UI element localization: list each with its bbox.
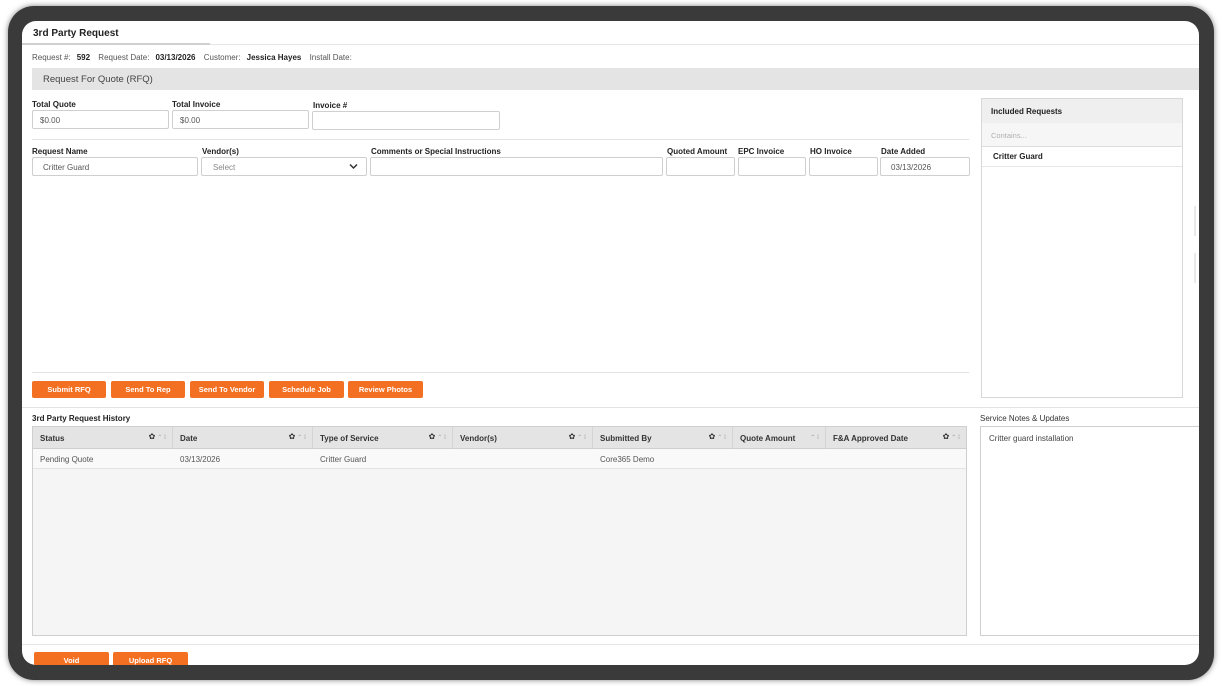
table-row[interactable]: Pending Quote 03/13/2026 Critter Guard C… [33,449,966,469]
window-title: 3rd Party Request [33,28,119,39]
schedule-job-button[interactable]: Schedule Job [269,381,344,398]
col-vendors: Vendor(s) [202,147,239,156]
gear-icon[interactable]: ✿ ⌃ ⁞ [709,432,726,441]
cell-type: Critter Guard [320,455,367,464]
date-added-field[interactable]: 03/13/2026 [880,157,970,176]
history-col-vendors[interactable]: Vendor(s) ✿ ⌃ ⁞ [453,427,593,449]
customer-name: Jessica Hayes [246,53,302,62]
service-notes-title: Service Notes & Updates [980,414,1070,423]
vendor-select-value: Select [213,163,236,172]
total-quote-field[interactable]: $0.00 [32,110,169,129]
col-date-added: Date Added [881,147,926,156]
service-notes-box[interactable]: Critter guard installation [980,426,1199,636]
ho-invoice-field[interactable] [809,157,878,176]
submit-rfq-button[interactable]: Submit RFQ [32,381,106,398]
column-label: Submitted By [600,434,652,443]
quoted-amount-field[interactable] [666,157,735,176]
gear-icon[interactable]: ✿ ⌃ ⁞ [149,432,166,441]
history-col-submitted-by[interactable]: Submitted By ✿ ⌃ ⁞ [593,427,733,449]
history-grid-header: Status ✿ ⌃ ⁞ Date ✿ ⌃ ⁞ Type of Service ✿ ⌃… [33,427,966,449]
rfq-section-title: Request For Quote (RFQ) [43,74,153,85]
column-label: Status [40,434,65,443]
comments-field[interactable] [370,157,663,176]
send-to-rep-button[interactable]: Send To Rep [111,381,185,398]
install-date-label: Install Date: [309,53,352,62]
cell-status: Pending Quote [40,455,94,464]
column-label: Type of Service [320,434,379,443]
request-name-field[interactable]: Critter Guard [32,157,198,176]
history-col-type[interactable]: Type of Service ✿ ⌃ ⁞ [313,427,453,449]
gear-icon[interactable]: ✿ ⌃ ⁞ [289,432,306,441]
total-quote-label: Total Quote [32,100,76,109]
divider [22,644,1199,645]
epc-invoice-field[interactable] [738,157,806,176]
cell-submitted-by: Core365 Demo [600,455,655,464]
scrollbar-track [1194,206,1196,236]
request-date-label: Request Date: [98,53,150,62]
void-button[interactable]: Void [34,652,109,665]
app-window: 3rd Party Request Request #: 592 Request … [22,21,1199,665]
col-request-name: Request Name [32,147,88,156]
history-col-status[interactable]: Status ✿ ⌃ ⁞ [33,427,173,449]
cell-date: 03/13/2026 [180,455,221,464]
scrollbar-track [1194,253,1196,283]
request-no-label: Request #: [32,53,71,62]
included-requests-header: Included Requests [982,99,1182,123]
gear-icon[interactable]: ✿ ⌃ ⁞ [569,432,586,441]
gear-icon[interactable]: ✿ ⌃ ⁞ [429,432,446,441]
divider [32,372,969,373]
title-bar: 3rd Party Request [22,21,1199,45]
request-date: 03/13/2026 [155,53,196,62]
request-no: 592 [76,53,91,62]
col-quoted-amount: Quoted Amount [667,147,728,156]
column-label: Vendor(s) [460,434,497,443]
invoice-number-label: Invoice # [313,101,348,110]
service-notes-text: Critter guard installation [989,434,1074,443]
title-underline [22,43,210,45]
send-to-vendor-button[interactable]: Send To Vendor [190,381,264,398]
history-col-date[interactable]: Date ✿ ⌃ ⁞ [173,427,313,449]
gear-icon[interactable]: ⌃ ⁞ [808,432,819,441]
included-requests-filter[interactable]: Contains... [982,123,1182,147]
included-requests-panel: Included Requests Contains... Critter Gu… [981,98,1183,398]
chevron-down-icon [349,162,358,172]
review-photos-button[interactable]: Review Photos [348,381,423,398]
history-grid: Status ✿ ⌃ ⁞ Date ✿ ⌃ ⁞ Type of Service ✿ ⌃… [32,426,967,636]
column-label: F&A Approved Date [833,434,908,443]
history-col-fa-approved[interactable]: F&A Approved Date ✿ ⌃ ⁞ [826,427,966,449]
col-epc-invoice: EPC Invoice [738,147,785,156]
upload-rfq-button[interactable]: Upload RFQ [113,652,188,665]
col-ho-invoice: HO Invoice [810,147,852,156]
divider [22,407,1199,408]
included-requests-title: Included Requests [991,107,1063,116]
rfq-section-header[interactable]: Request For Quote (RFQ) [32,68,1199,90]
column-label: Date [180,434,198,443]
total-invoice-label: Total Invoice [172,100,221,109]
gear-icon[interactable]: ✿ ⌃ ⁞ [943,432,960,441]
customer-label: Customer: [203,53,241,62]
history-col-quote-amount[interactable]: Quote Amount ⌃ ⁞ [733,427,826,449]
included-request-item[interactable]: Critter Guard [982,147,1182,167]
vendor-select[interactable]: Select [201,157,367,176]
total-invoice-field[interactable]: $0.00 [172,110,309,129]
invoice-number-field[interactable] [312,111,500,130]
divider [32,139,969,140]
history-title: 3rd Party Request History [32,414,131,423]
col-comments: Comments or Special Instructions [371,147,501,156]
request-meta: Request #: 592 Request Date: 03/13/2026 Cu… [32,53,358,62]
column-label: Quote Amount [740,434,796,443]
